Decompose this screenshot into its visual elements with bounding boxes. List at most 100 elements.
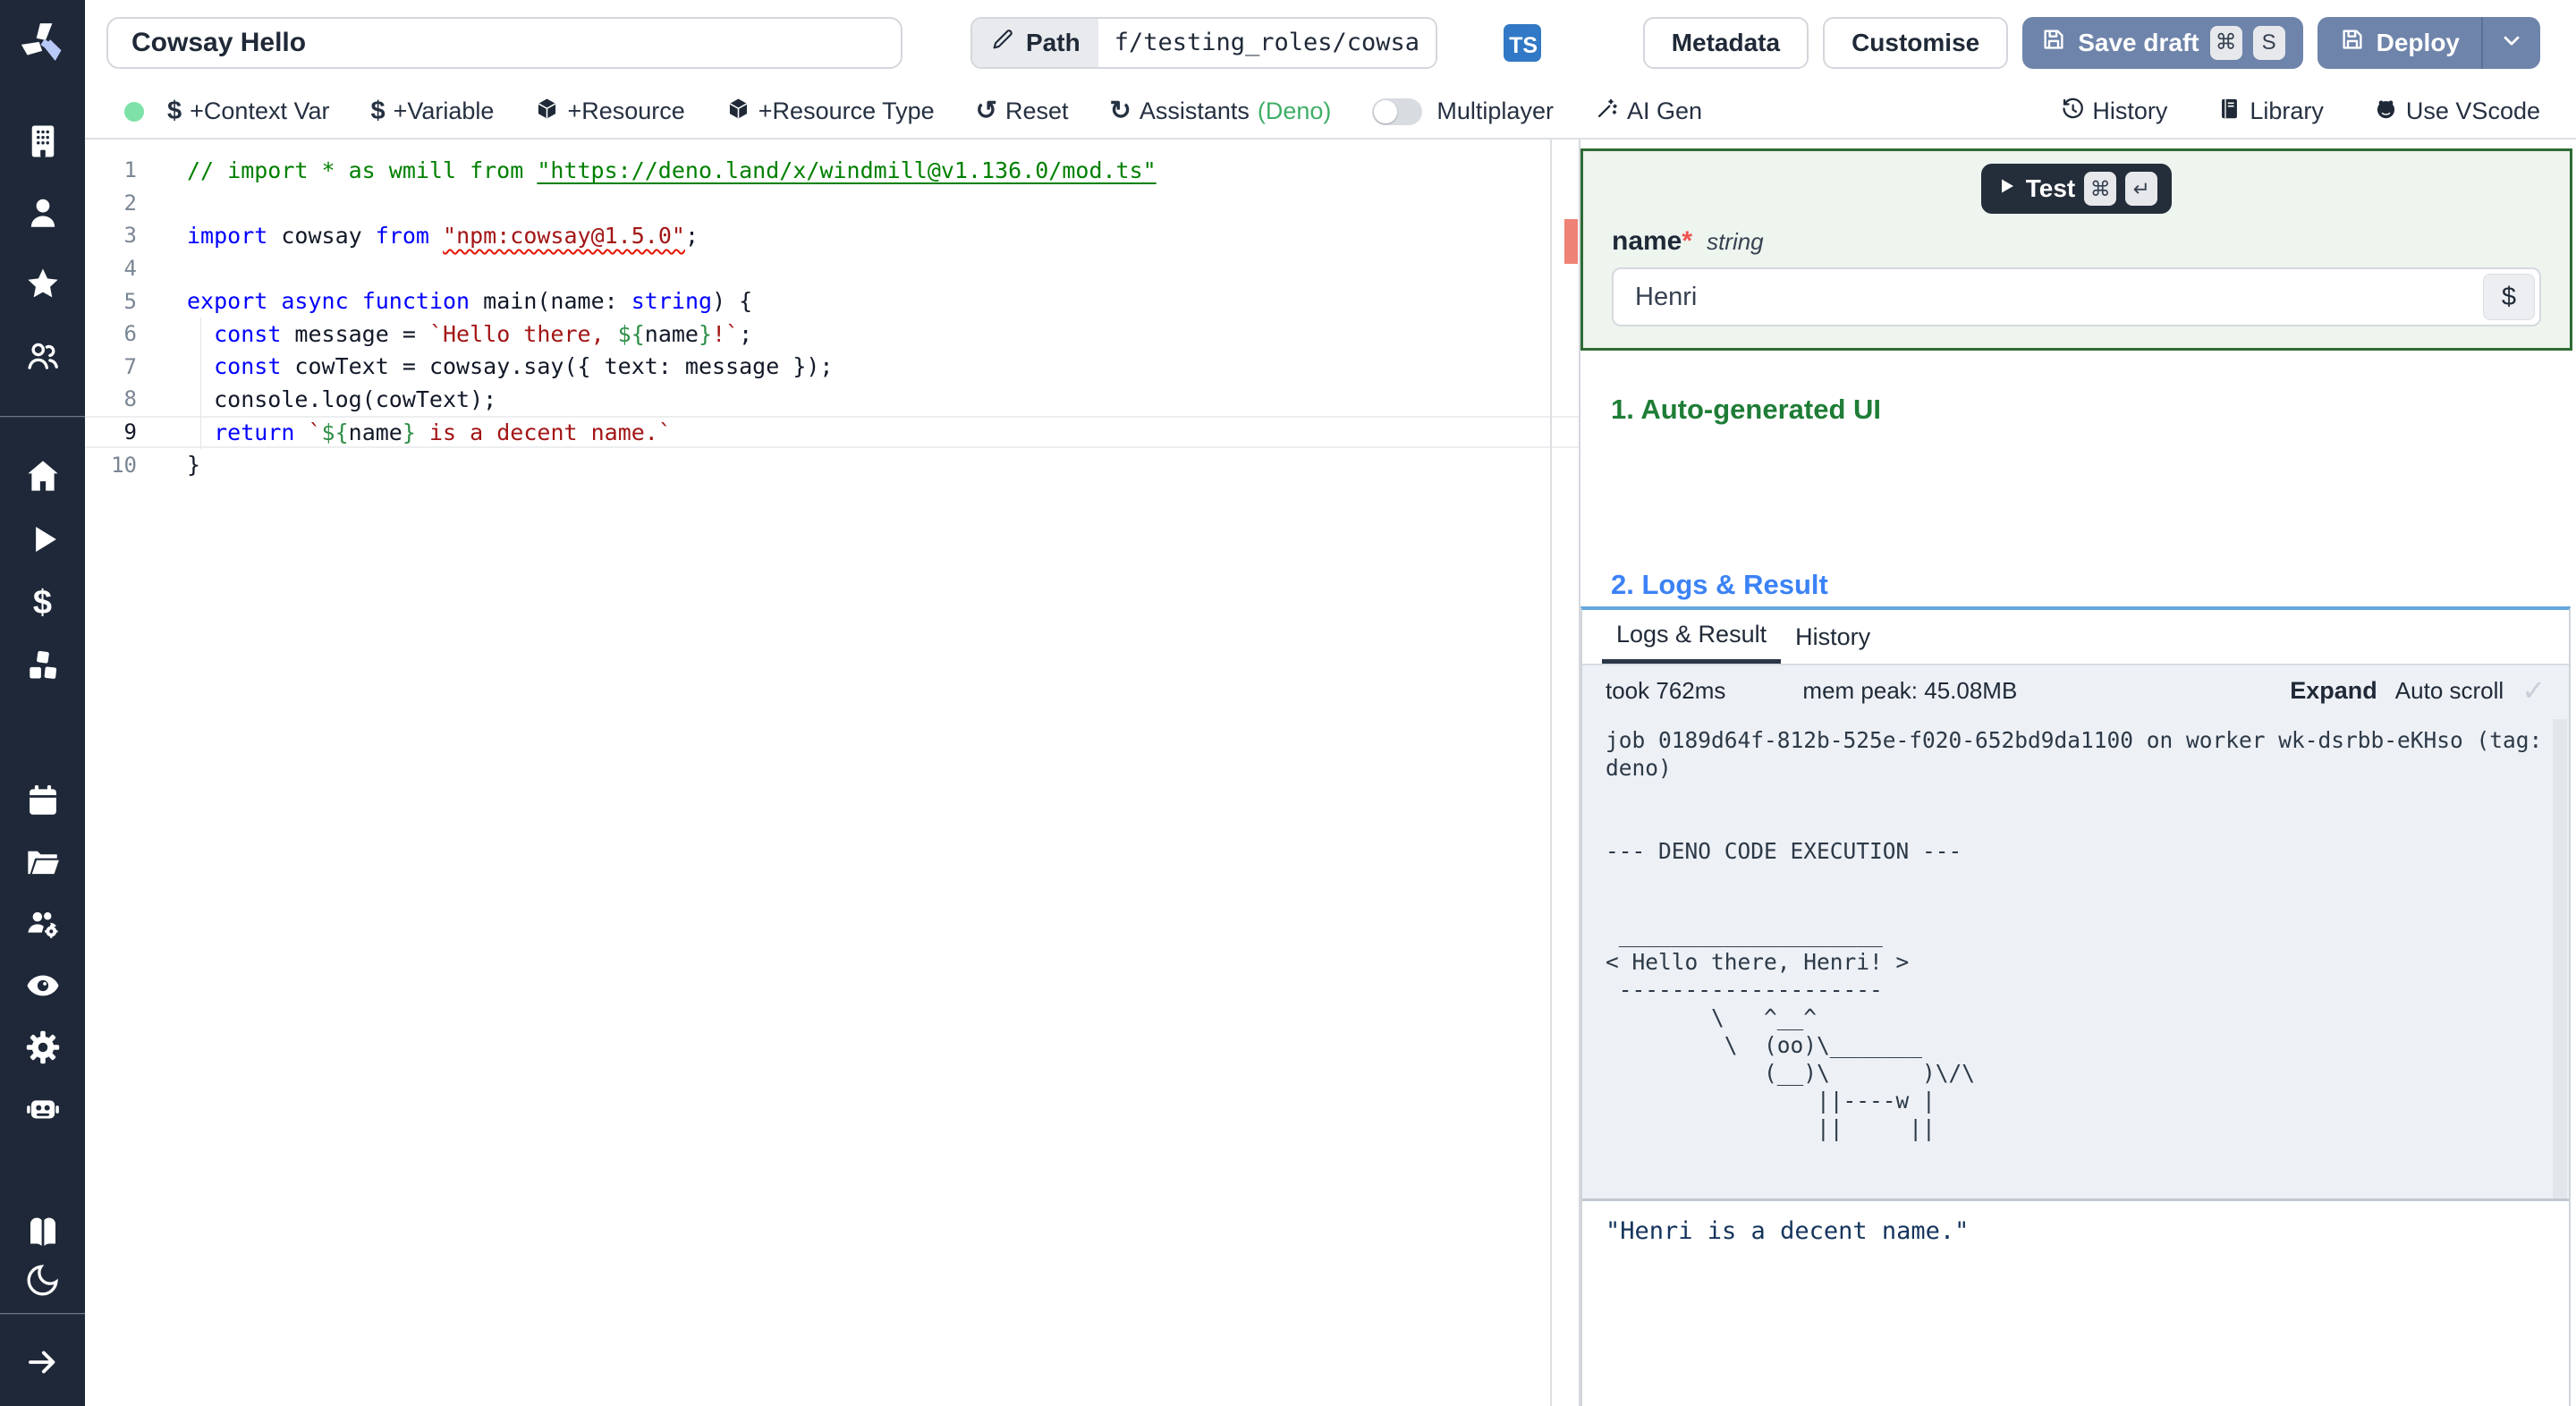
tab-history[interactable]: History [1781, 610, 1885, 664]
add-resource-button[interactable]: +Resource [535, 97, 685, 127]
chevron-down-icon [2499, 28, 2524, 57]
main-area: Path f/testing_roles/cowsa TS Metadata C… [85, 0, 2576, 1406]
vscode-icon [2374, 97, 2398, 127]
autoscroll-checkbox[interactable]: ✓ [2521, 673, 2546, 707]
section-auto-generated-ui: 1. Auto-generated UI [1611, 394, 1881, 425]
test-button[interactable]: Test ⌘ ↵ [1980, 164, 2173, 214]
code-editor[interactable]: 1// import * as wmill from "https://deno… [85, 140, 1579, 1406]
line-number: 10 [111, 452, 137, 478]
deploy-button[interactable]: Deploy [2318, 17, 2481, 69]
save-icon [2040, 26, 2067, 59]
line-number: 4 [123, 256, 137, 282]
arg-name-input[interactable] [1612, 267, 2541, 326]
error-marker [1564, 219, 1578, 264]
line-number: 2 [123, 190, 137, 216]
autoscroll-label: Auto scroll [2394, 676, 2504, 704]
package-icon [726, 97, 750, 127]
insert-variable-button[interactable]: $ [2483, 274, 2535, 320]
enter-key-badge: ↵ [2125, 172, 2158, 206]
arg-type-label: string [1707, 228, 1764, 255]
expand-sidebar-arrow-icon[interactable] [22, 1342, 64, 1383]
multiplayer-toggle[interactable] [1372, 97, 1423, 125]
add-resource-type-button[interactable]: +Resource Type [726, 97, 935, 127]
typescript-badge: TS [1504, 23, 1542, 62]
code-line: 3 import cowsay from "npm:cowsay@1.5.0"; [85, 219, 1579, 252]
sidebar-divider [0, 416, 85, 418]
line-number: 5 [123, 288, 137, 314]
required-asterisk: * [1682, 226, 1693, 256]
variables-dollar-icon[interactable]: $ [22, 582, 64, 623]
add-context-var-button[interactable]: $ +Context Var [167, 97, 329, 125]
groups-users-icon[interactable] [22, 335, 64, 377]
use-vscode-button[interactable]: Use VScode [2374, 97, 2540, 127]
code-line: 2 [85, 187, 1579, 220]
schedules-calendar-icon[interactable] [22, 780, 64, 821]
path-label: Path [1026, 28, 1080, 56]
run-stats-row: took 762ms mem peak: 45.08MB Expand Auto… [1582, 665, 2569, 716]
assistants-button[interactable]: ↻ Assistants (Deno) [1110, 97, 1332, 125]
library-button[interactable]: Library [2217, 97, 2324, 127]
dollar-icon: $ [167, 97, 182, 125]
user-icon[interactable] [22, 192, 64, 233]
arg-name-label: name* [1612, 226, 1693, 256]
resources-cubes-icon[interactable] [22, 646, 64, 687]
took-duration: took 762ms [1606, 676, 1726, 704]
windmill-logo-icon[interactable] [0, 0, 85, 85]
folders-icon[interactable] [22, 842, 64, 883]
ai-gen-button[interactable]: AI Gen [1595, 97, 1702, 127]
package-icon [535, 97, 559, 127]
status-dot [124, 101, 144, 122]
tab-logs-result[interactable]: Logs & Result [1602, 610, 1782, 664]
line-number: 1 [123, 157, 137, 183]
deploy-dropdown-button[interactable] [2481, 16, 2540, 69]
code-line: 5 export async function main(name: string… [85, 284, 1579, 318]
docs-book-icon[interactable] [22, 1214, 64, 1255]
line-number: 8 [123, 386, 137, 412]
code-line: 4 [85, 252, 1579, 285]
workspace-building-icon[interactable] [22, 121, 64, 162]
reset-button[interactable]: ↺ Reset [976, 97, 1069, 125]
save-draft-label: Save draft [2078, 28, 2199, 56]
add-variable-button[interactable]: $ +Variable [370, 97, 494, 125]
code-line: 10} [85, 448, 1579, 481]
save-draft-button[interactable]: Save draft ⌘ S [2022, 16, 2303, 69]
assistants-lang-label: (Deno) [1257, 97, 1332, 124]
line-number: 3 [123, 223, 137, 249]
logs-output: job 0189d64f-812b-525e-f020-652bd9da1100… [1582, 716, 2569, 1198]
groups-settings-icon[interactable] [22, 903, 64, 944]
settings-gear-icon[interactable] [22, 1027, 64, 1068]
runs-play-icon[interactable] [22, 519, 64, 560]
result-output: "Henri is a decent name." [1606, 1217, 1970, 1245]
cmd-key-badge: ⌘ [2084, 172, 2117, 206]
logs-scrollbar[interactable] [2553, 719, 2567, 1198]
tabs-row: Logs & Result History [1582, 610, 2569, 665]
s-key-badge: S [2252, 25, 2285, 60]
path-value[interactable]: f/testing_roles/cowsa [1097, 18, 1436, 67]
audit-eye-icon[interactable] [22, 965, 64, 1006]
topbar: Path f/testing_roles/cowsa TS Metadata C… [85, 0, 2576, 85]
test-label: Test [2025, 174, 2076, 202]
code-line: 9 return `${name} is a decent name.` [85, 415, 1579, 449]
home-icon[interactable] [22, 455, 64, 496]
dark-mode-moon-icon[interactable] [22, 1259, 64, 1300]
pencil-icon [990, 27, 1015, 58]
result-area: "Henri is a decent name." [1582, 1198, 2569, 1406]
editor-overview-ruler [1550, 140, 1552, 1406]
history-button[interactable]: History [2060, 97, 2167, 127]
script-title-input[interactable] [106, 16, 902, 69]
multiplayer-label: Multiplayer [1436, 97, 1554, 124]
line-number: 7 [123, 353, 137, 379]
play-icon [1996, 174, 2017, 203]
expand-button[interactable]: Expand [2290, 677, 2377, 705]
magic-wand-icon [1595, 97, 1619, 127]
path-button[interactable]: Path f/testing_roles/cowsa [970, 16, 1438, 69]
history-clock-icon [2060, 97, 2084, 127]
favorites-star-icon[interactable] [22, 264, 64, 305]
workspace: 1// import * as wmill from "https://deno… [85, 140, 2576, 1406]
refresh-icon: ↻ [1109, 97, 1131, 125]
reset-icon: ↺ [975, 97, 997, 125]
workers-robot-icon[interactable] [22, 1088, 64, 1130]
deploy-split-button: Deploy [2317, 16, 2540, 69]
metadata-button[interactable]: Metadata [1642, 16, 1809, 69]
customise-button[interactable]: Customise [1823, 16, 2009, 69]
